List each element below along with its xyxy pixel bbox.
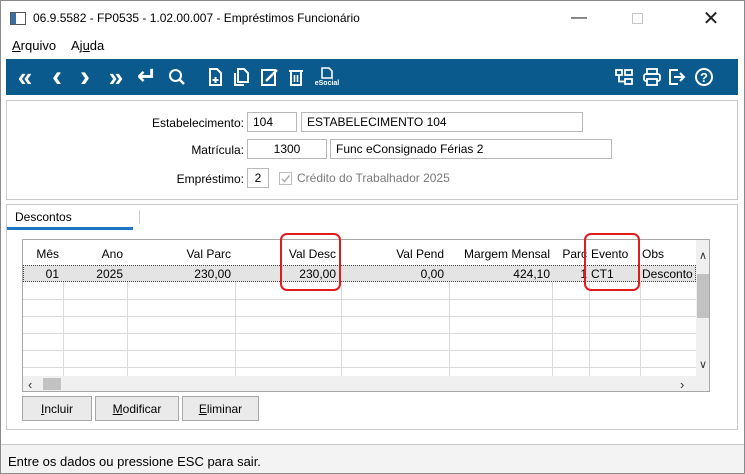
edit-icon[interactable] [257, 59, 283, 95]
tab-divider [139, 210, 140, 224]
next-record-icon[interactable]: › [72, 59, 98, 95]
scroll-up-icon[interactable]: ∧ [699, 251, 707, 262]
grid-row-divider [23, 367, 696, 368]
cell-margem-mensal: 424,10 [513, 267, 550, 281]
cell-obs: Desconto [642, 267, 693, 281]
column-header-val-pend[interactable]: Val Pend [396, 247, 444, 261]
horizontal-scrollbar[interactable]: ‹ › [23, 376, 709, 391]
menu-arquivo[interactable]: Arquivo [12, 38, 56, 53]
close-icon: ✕ [702, 7, 720, 30]
delete-icon[interactable] [283, 59, 309, 95]
exit-icon[interactable] [664, 59, 690, 95]
matricula-code-field[interactable]: 1300 [247, 139, 327, 159]
copy-icon[interactable] [229, 59, 255, 95]
scroll-left-icon[interactable]: ‹ [28, 378, 32, 391]
close-button[interactable]: ✕ [689, 5, 733, 31]
status-bar: Entre os dados ou pressione ESC para sai… [1, 444, 744, 473]
title-bar: 06.9.5582 - FP0535 - 1.02.00.007 - Empré… [1, 1, 744, 35]
incluir-button[interactable]: Incluir [22, 396, 92, 421]
app-window-icon [10, 12, 26, 25]
column-header-ano[interactable]: Ano [102, 247, 123, 261]
vertical-scroll-thumb[interactable] [697, 274, 709, 318]
cell-evento: CT1 [591, 267, 614, 281]
column-header-mes[interactable]: Mês [36, 247, 59, 261]
estabelecimento-label: Estabelecimento: [151, 116, 244, 130]
first-record-icon[interactable]: « [12, 59, 38, 95]
emprestimo-field[interactable]: 2 [247, 168, 269, 188]
menu-bar: Arquivo Ajuda [1, 35, 744, 57]
cell-val-parc: 230,00 [194, 267, 231, 281]
search-icon[interactable] [164, 59, 190, 95]
horizontal-scroll-thumb[interactable] [43, 378, 61, 390]
column-header-val-desc[interactable]: Val Desc [289, 247, 336, 261]
modificar-button[interactable]: Modificar [95, 396, 179, 421]
estabelecimento-code-field[interactable]: 104 [247, 112, 297, 132]
esocial-icon[interactable]: eSocial [310, 59, 344, 95]
grid-row-divider [23, 350, 696, 351]
vertical-scrollbar[interactable]: ∧ ∨ [696, 240, 709, 376]
minimize-button[interactable]: — [557, 5, 601, 31]
column-header-margem-mensal[interactable]: Margem Mensal [464, 247, 550, 261]
cell-mes: 01 [45, 267, 59, 281]
cell-val-desc: 230,00 [299, 267, 336, 281]
column-header-parc[interactable]: Parc [562, 247, 587, 261]
previous-record-icon[interactable]: ‹ [44, 59, 70, 95]
window-title: 06.9.5582 - FP0535 - 1.02.00.007 - Empré… [33, 11, 360, 25]
application-window: 06.9.5582 - FP0535 - 1.02.00.007 - Empré… [0, 0, 745, 474]
cell-parc: 1 [580, 267, 587, 281]
maximize-icon [631, 12, 643, 24]
scroll-right-icon[interactable]: › [680, 378, 684, 391]
tab-active-indicator [7, 227, 133, 230]
grid-row-divider [23, 316, 696, 317]
cell-val-pend: 0,00 [420, 267, 444, 281]
grid-row-divider [23, 299, 696, 300]
column-header-val-parc[interactable]: Val Parc [187, 247, 231, 261]
credito-checkbox[interactable] [279, 172, 292, 185]
credito-checkbox-label: Crédito do Trabalhador 2025 [297, 171, 450, 185]
maximize-button[interactable] [615, 5, 659, 31]
matricula-name-field: Func eConsignado Férias 2 [330, 139, 612, 159]
scroll-down-icon[interactable]: ∨ [699, 360, 707, 371]
estabelecimento-name-field: ESTABELECIMENTO 104 [301, 112, 583, 132]
emprestimo-label: Empréstimo: [176, 172, 244, 186]
descontos-grid[interactable]: Mês Ano Val Parc Val Desc Val Pend Marge… [22, 239, 710, 392]
tab-descontos[interactable]: Descontos [7, 205, 133, 229]
new-icon[interactable] [203, 59, 229, 95]
matricula-label: Matrícula: [191, 143, 244, 157]
column-header-obs[interactable]: Obs [642, 247, 664, 261]
status-message: Entre os dados ou pressione ESC para sai… [8, 454, 261, 469]
toolbar: « ‹ › » ↵ eSocial ? [6, 59, 738, 95]
header-form-panel: Estabelecimento: 104 ESTABELECIMENTO 104… [6, 100, 738, 200]
menu-ajuda[interactable]: Ajuda [71, 38, 104, 53]
column-header-evento[interactable]: Evento [591, 247, 628, 261]
last-record-icon[interactable]: » [103, 59, 129, 95]
tree-icon[interactable] [611, 59, 637, 95]
descontos-tab-panel: Descontos Mês Ano Val Parc Val Desc Val [6, 204, 738, 430]
goto-icon[interactable]: ↵ [134, 59, 160, 95]
cell-ano: 2025 [96, 267, 123, 281]
eliminar-button[interactable]: Eliminar [182, 396, 259, 421]
help-icon[interactable]: ? [691, 59, 717, 95]
print-icon[interactable] [639, 59, 665, 95]
grid-row-divider [23, 333, 696, 334]
